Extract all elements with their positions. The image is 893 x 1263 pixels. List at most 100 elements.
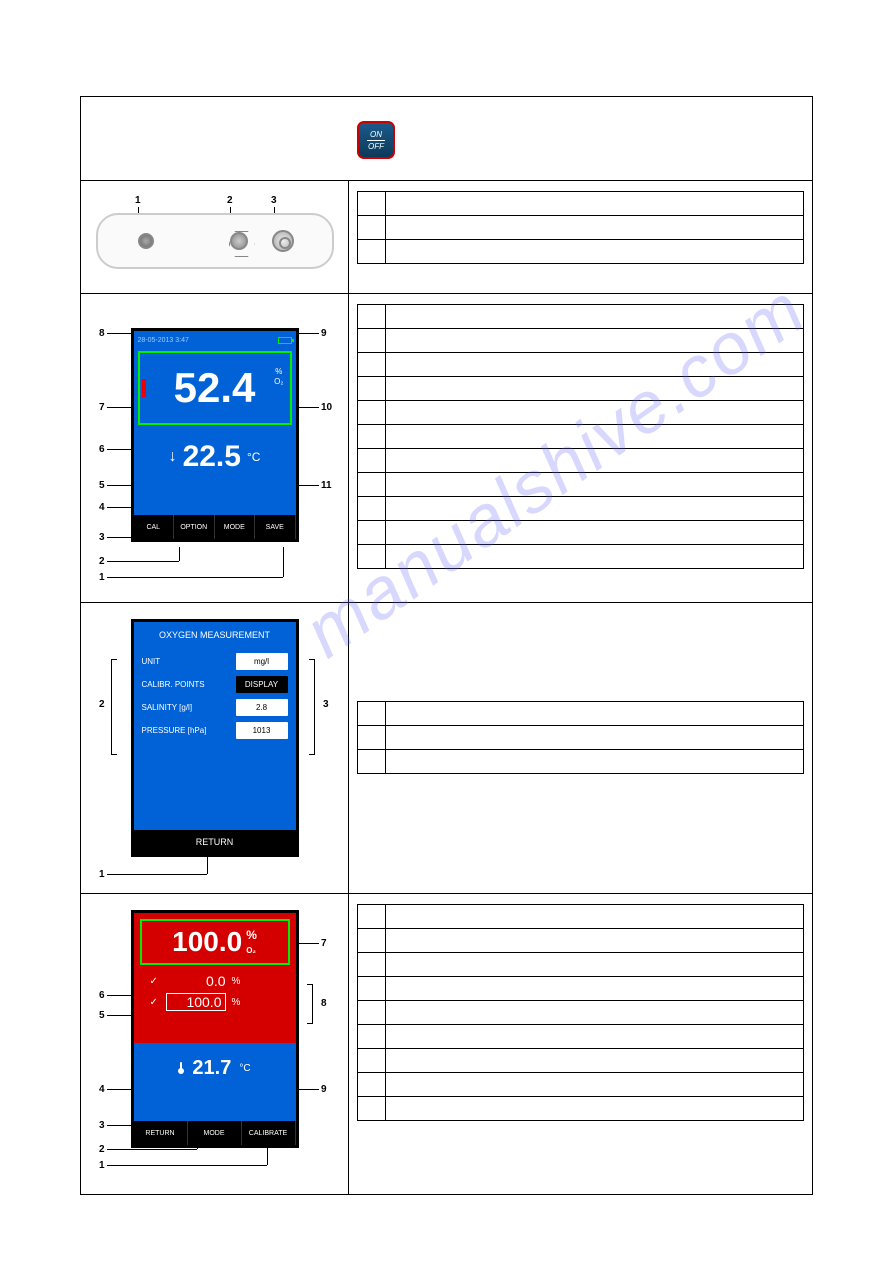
screen-c-cell: 6 5 4 3 2 1 7 8 9 100.0 xyxy=(81,894,349,1194)
document-page: ON OFF 1 2 3 xyxy=(80,96,813,1195)
cal-button[interactable]: CAL xyxy=(134,515,175,539)
temperature-value: 21.7 xyxy=(192,1057,231,1080)
on-off-button[interactable]: ON OFF xyxy=(357,121,395,159)
temperature-row: ↓ 22.5 °C xyxy=(134,427,296,487)
mode-button[interactable]: MODE xyxy=(188,1121,242,1145)
option-value[interactable]: mg/l xyxy=(236,653,288,670)
screen-b-cell: 2 3 1 OXYGEN MEASUREMENT UNIT mg/l CALIB… xyxy=(81,603,349,893)
option-label: PRESSURE [hPa] xyxy=(142,726,232,735)
callout-line xyxy=(299,943,319,944)
connectors-legend-table xyxy=(357,191,804,264)
callout-6: 6 xyxy=(99,444,105,455)
callout-5: 5 xyxy=(99,1010,105,1021)
table-row xyxy=(358,929,804,953)
thermometer-icon xyxy=(178,1062,184,1074)
row-screen-b: 2 3 1 OXYGEN MEASUREMENT UNIT mg/l CALIB… xyxy=(81,603,812,894)
measurement-screen: 28-05-2013 3:47 52.4 % O₂ ↓ 22.5 °C xyxy=(131,328,299,542)
connectors-panel: 1 2 3 xyxy=(89,213,340,269)
callout-line xyxy=(107,1149,197,1150)
callout-4: 4 xyxy=(99,1084,105,1095)
calibration-area: 100.0 %O₂ ✓ 0.0 % ✓ 100.0 % xyxy=(134,913,296,1043)
callout-line xyxy=(107,561,179,562)
callout-7: 7 xyxy=(99,402,105,413)
callout-2: 2 xyxy=(99,556,105,567)
cal-unit: %O₂ xyxy=(246,928,257,956)
callout-9: 9 xyxy=(321,1084,327,1095)
connector-housing xyxy=(96,213,334,269)
table-row xyxy=(358,1049,804,1073)
callout-9: 9 xyxy=(321,328,327,339)
main-value-frame: 52.4 % O₂ xyxy=(138,351,292,425)
table-row xyxy=(358,521,804,545)
table-row xyxy=(358,726,804,750)
option-value[interactable]: 2.8 xyxy=(236,699,288,716)
callout-3: 3 xyxy=(99,532,105,543)
table-row xyxy=(358,240,804,264)
jack-connector-icon xyxy=(138,233,154,249)
option-row: SALINITY [g/l] 2.8 xyxy=(134,696,296,719)
bracket-icon xyxy=(111,659,117,755)
connectors-diagram-cell: 1 2 3 xyxy=(81,181,349,293)
table-row xyxy=(358,329,804,353)
table-row xyxy=(358,1025,804,1049)
return-button[interactable]: RETURN xyxy=(134,830,296,854)
bnc-connector-icon xyxy=(272,230,294,252)
screen-a-table-cell xyxy=(349,294,812,602)
button-bar: CAL OPTION MODE SAVE xyxy=(134,515,296,539)
screen-c-legend-table xyxy=(357,904,804,1121)
unit-stack: % O₂ xyxy=(274,367,283,387)
status-bar: 28-05-2013 3:47 xyxy=(134,331,296,349)
table-row xyxy=(358,953,804,977)
temperature-row: 21.7 °C xyxy=(134,1043,296,1093)
table-row xyxy=(358,377,804,401)
table-row xyxy=(358,353,804,377)
mode-button[interactable]: MODE xyxy=(215,515,256,539)
cal-point-row: ✓ 0.0 % xyxy=(140,971,290,991)
battery-icon xyxy=(278,337,292,344)
option-value[interactable]: 1013 xyxy=(236,722,288,739)
callout-11: 11 xyxy=(321,480,332,491)
screen-a-cell: 8 7 6 5 4 3 2 1 9 10 11 xyxy=(81,294,349,602)
table-row xyxy=(358,305,804,329)
cal-point-unit: % xyxy=(232,997,241,1008)
datetime-label: 28-05-2013 3:47 xyxy=(138,337,189,344)
header-row: ON OFF xyxy=(81,97,812,181)
oxygen-value: 52.4 xyxy=(174,364,256,412)
table-row xyxy=(358,905,804,929)
button-bar: RETURN MODE CALIBRATE xyxy=(134,1121,296,1145)
table-row xyxy=(358,473,804,497)
calibration-points: ✓ 0.0 % ✓ 100.0 % xyxy=(140,971,290,1013)
callout-8: 8 xyxy=(99,328,105,339)
callout-3: 3 xyxy=(99,1120,105,1131)
callout-line xyxy=(207,855,208,874)
callout-2: 2 xyxy=(99,699,105,710)
separator-line xyxy=(367,140,385,141)
table-row xyxy=(358,1097,804,1121)
bracket-icon xyxy=(307,984,313,1024)
callout-10: 10 xyxy=(321,402,332,413)
cal-point-row: ✓ 100.0 % xyxy=(140,991,290,1013)
callout-6: 6 xyxy=(99,990,105,1001)
off-label: OFF xyxy=(368,142,384,151)
cal-value: 100.0 xyxy=(172,926,242,958)
option-label: SALINITY [g/l] xyxy=(142,703,232,712)
option-button[interactable]: OPTION xyxy=(174,515,215,539)
hex-connector-icon xyxy=(230,232,248,250)
callout-7: 7 xyxy=(321,938,327,949)
callout-line xyxy=(179,547,180,561)
check-icon: ✓ xyxy=(150,976,160,987)
row-screen-a: 8 7 6 5 4 3 2 1 9 10 11 xyxy=(81,294,812,603)
callout-2: 2 xyxy=(99,1144,105,1155)
save-button[interactable]: SAVE xyxy=(255,515,296,539)
calibrate-button[interactable]: CALIBRATE xyxy=(242,1121,296,1145)
down-arrow-icon: ↓ xyxy=(169,448,177,466)
return-button[interactable]: RETURN xyxy=(134,1121,188,1145)
callout-5: 5 xyxy=(99,480,105,491)
callout-1: 1 xyxy=(99,869,105,880)
callout-1: 1 xyxy=(99,1160,105,1171)
option-value[interactable]: DISPLAY xyxy=(236,676,288,693)
option-row: UNIT mg/l xyxy=(134,650,296,673)
callout-2: 2 xyxy=(227,195,233,206)
callout-line xyxy=(299,407,319,408)
on-label: ON xyxy=(370,130,382,139)
